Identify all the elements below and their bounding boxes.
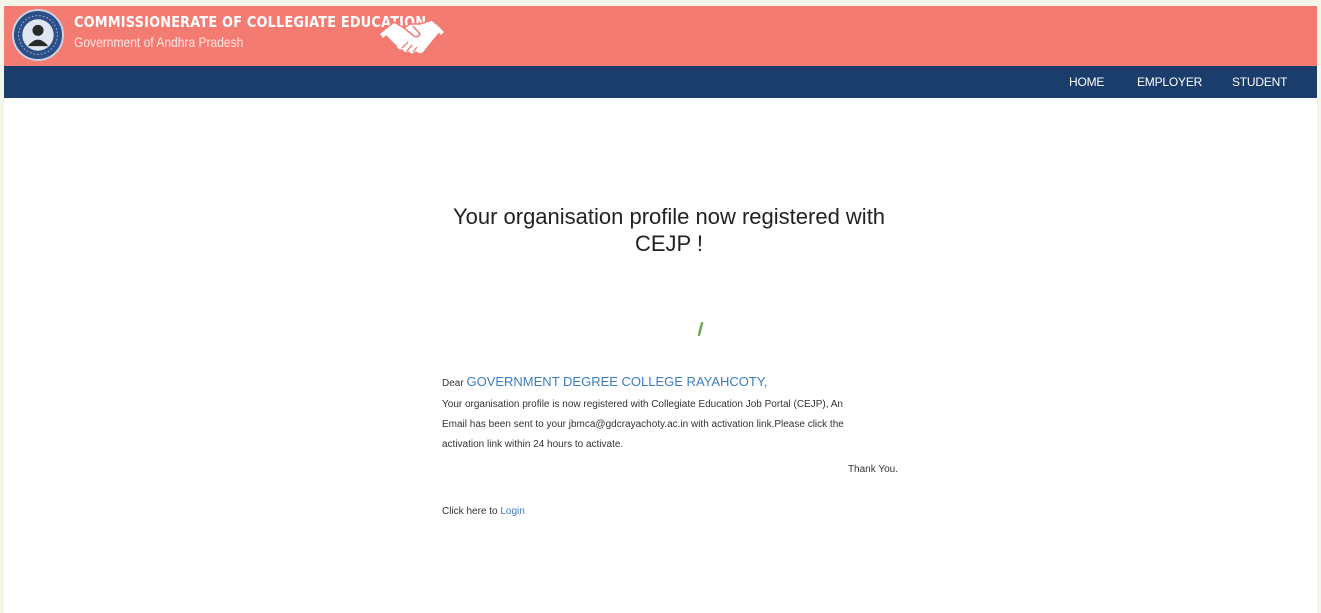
message-line-1: Your organisation profile is now registe… [442,399,843,410]
handshake-icon [380,14,444,60]
login-prompt: Click here to Login [442,505,898,519]
message-line-3: activation link within 24 hours to activ… [442,439,624,450]
headline-line-1: Your organisation profile now registered… [452,204,886,229]
main-content: Your organisation profile now registered… [4,98,1317,613]
nav-employer[interactable]: EMPLOYER [1137,66,1202,98]
organisation-name: GOVERNMENT DEGREE COLLEGE RAYAHCOTY, [466,374,768,389]
emblem-logo-icon[interactable] [12,9,64,61]
message-line-2: Email has been sent to your jbmca@gdcray… [442,419,844,430]
message-body: Your organisation profile is now registe… [442,395,898,455]
nav-student[interactable]: STUDENT [1232,66,1287,98]
page-frame: COMMISSIONERATE OF COLLEGIATE EDUCATION … [4,6,1317,613]
site-header: COMMISSIONERATE OF COLLEGIATE EDUCATION … [4,6,1317,66]
dear-label: Dear [442,378,464,389]
headline-line-2: CEJP ! [634,231,704,256]
thank-you-text: Thank You. [847,464,898,475]
confirmation-message: Dear GOVERNMENT DEGREE COLLEGE RAYAHCOTY… [442,373,898,519]
salutation: Dear GOVERNMENT DEGREE COLLEGE RAYAHCOTY… [442,373,898,393]
nav-home[interactable]: HOME [1069,66,1104,98]
login-link[interactable]: Login [500,506,524,517]
main-nav: HOME EMPLOYER STUDENT [4,66,1317,98]
page-headline: Your organisation profile now registered… [394,203,944,257]
site-subtitle: Government of Andhra Pradesh [74,34,244,50]
login-prefix: Click here to [442,506,498,517]
loading-spinner-icon [696,321,706,337]
site-title: COMMISSIONERATE OF COLLEGIATE EDUCATION [74,13,427,31]
